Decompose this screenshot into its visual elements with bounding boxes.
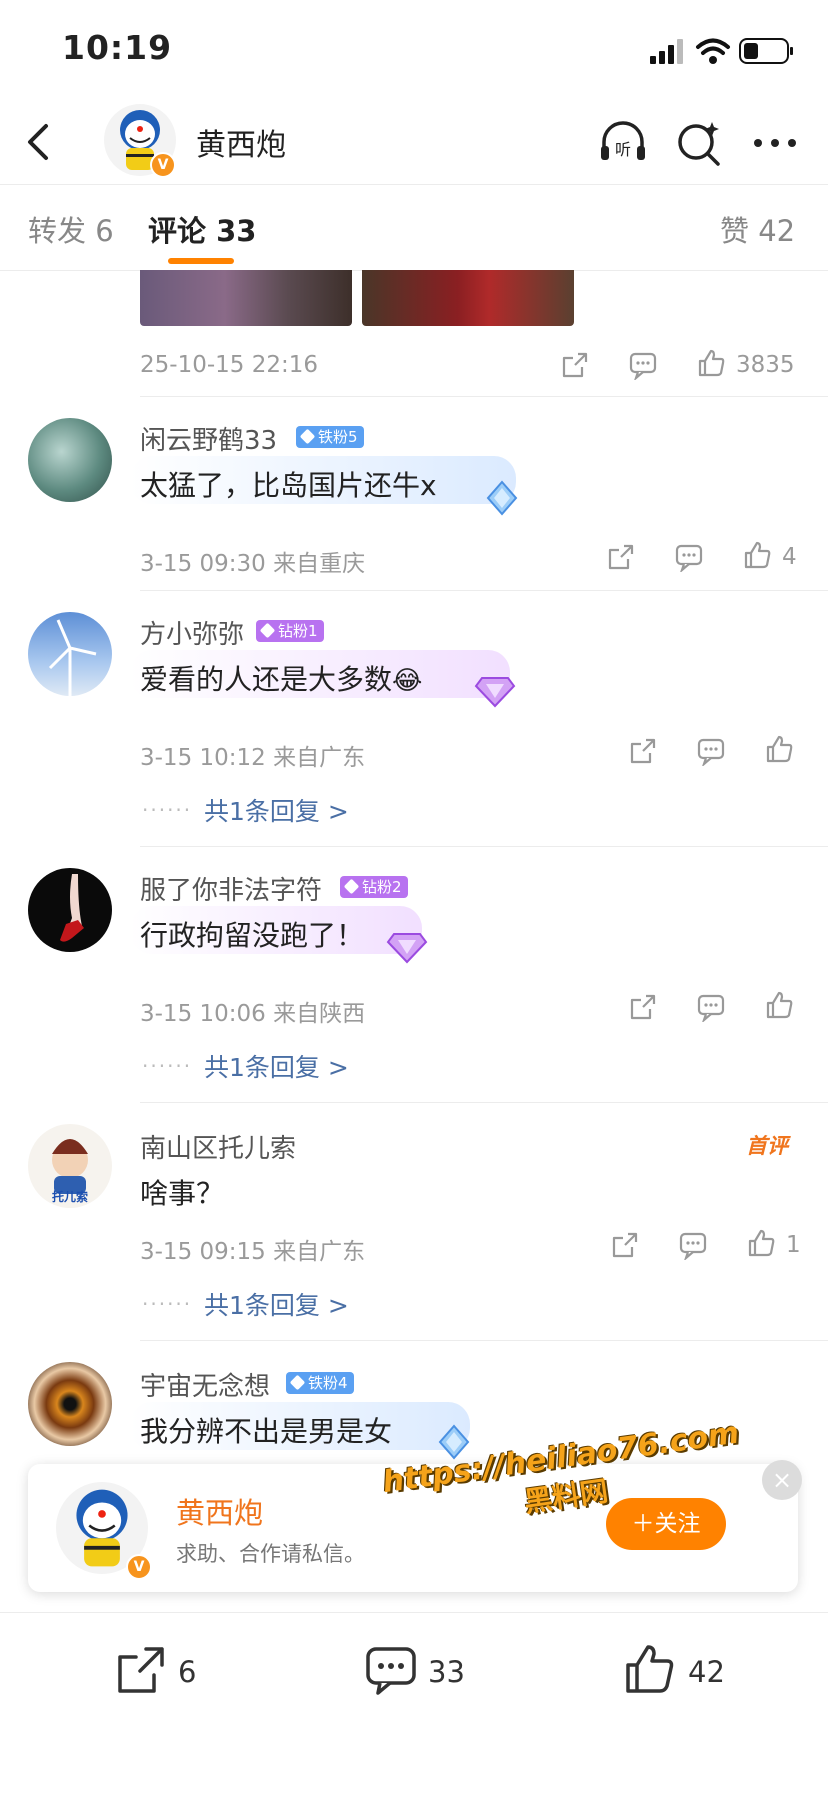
commenter-avatar[interactable]: [28, 418, 112, 502]
listen-icon[interactable]: 听: [596, 116, 650, 170]
divider: [140, 396, 828, 397]
like-icon[interactable]: [764, 734, 794, 764]
diamond-deco-icon: [474, 677, 516, 708]
post-date: 25-10-15 22:16: [140, 352, 318, 378]
comment-text: 爱看的人还是大多数😂: [140, 658, 422, 698]
tab-indicator: [168, 258, 234, 264]
search-icon[interactable]: [672, 116, 726, 170]
like-icon[interactable]: [746, 1228, 776, 1258]
tab-like[interactable]: 赞 42: [720, 208, 795, 250]
commenter-avatar[interactable]: [28, 868, 112, 952]
bottom-action-bar: 6 33 42: [0, 1612, 828, 1793]
signal-icon: [650, 39, 683, 64]
reply-dots: ······: [142, 1292, 193, 1316]
comment-icon[interactable]: [696, 992, 726, 1022]
laughing-crying-emoji-icon: 😂: [392, 666, 423, 696]
commenter-name[interactable]: 宇宙无念想: [140, 1366, 270, 1403]
commenter-name[interactable]: 闲云野鹤33: [140, 420, 277, 457]
like-icon[interactable]: [764, 990, 794, 1020]
battery-icon: [739, 38, 793, 64]
verified-badge: V: [150, 152, 176, 178]
comment-count[interactable]: 33: [428, 1655, 465, 1689]
like-count[interactable]: 42: [688, 1655, 725, 1689]
comment-meta: 3-15 09:30 来自重庆: [140, 551, 366, 577]
comment-icon[interactable]: [678, 1230, 708, 1260]
wind-turbine-icon: [48, 619, 97, 696]
verified-badge: V: [126, 1554, 152, 1580]
tabs-bar: 转发 6 评论 33 赞 42: [0, 184, 828, 271]
fan-badge-label: 铁粉4: [308, 1374, 348, 1392]
fan-badge-label: 钻粉1: [278, 622, 318, 640]
view-replies-link[interactable]: 共1条回复 >: [204, 1286, 349, 1322]
fan-badge-label: 铁粉5: [318, 428, 358, 446]
view-replies-link[interactable]: 共1条回复 >: [204, 1048, 349, 1084]
svg-text:听: 听: [615, 140, 631, 159]
fan-badge: 铁粉5: [296, 426, 364, 448]
close-icon[interactable]: ×: [762, 1460, 802, 1500]
status-time: 10:19: [62, 28, 173, 67]
comment-text: 行政拘留没跑了！: [140, 919, 365, 952]
comment-icon[interactable]: [364, 1643, 418, 1697]
post-image-1[interactable]: [140, 270, 352, 326]
reply-dots: ······: [142, 798, 193, 822]
like-icon[interactable]: [622, 1643, 676, 1697]
author-name[interactable]: 黄西炮: [196, 120, 286, 164]
share-icon[interactable]: [606, 542, 636, 572]
like-icon[interactable]: [696, 348, 726, 378]
status-icons: [650, 38, 793, 64]
commenter-name[interactable]: 南山区托儿索: [140, 1128, 296, 1165]
share-icon[interactable]: [560, 350, 590, 380]
view-replies-link[interactable]: 共1条回复 >: [204, 792, 349, 828]
card-username[interactable]: 黄西炮: [176, 1490, 263, 1532]
share-icon[interactable]: [628, 736, 658, 766]
repost-icon[interactable]: [114, 1643, 168, 1697]
commenter-avatar[interactable]: [28, 612, 112, 696]
comment-icon[interactable]: [674, 542, 704, 572]
divider: [140, 846, 828, 847]
comment-meta: 3-15 09:15 来自广东: [140, 1239, 366, 1265]
repost-count[interactable]: 6: [178, 1655, 196, 1689]
diamond-deco-icon: [486, 480, 518, 516]
back-arrow-icon[interactable]: [20, 120, 60, 164]
status-bar: 10:19: [0, 0, 828, 100]
avatar-caption: 托儿索: [51, 1190, 88, 1204]
comment-text: 啥事？: [140, 1177, 225, 1210]
comment-text: 我分辨不出是男是女: [140, 1415, 393, 1448]
post-image-2[interactable]: [362, 270, 574, 326]
commenter-name[interactable]: 方小弥弥: [140, 614, 244, 651]
more-icon[interactable]: [748, 116, 802, 170]
comment-meta: 3-15 10:12 来自广东: [140, 745, 366, 771]
comment-text-content: 爱看的人还是大多数: [140, 663, 393, 696]
top-nav: V 黄西炮 听: [0, 100, 828, 185]
like-count: 1: [786, 1232, 801, 1258]
comment-text: 太猛了，比岛国片还牛x: [140, 469, 437, 502]
share-icon[interactable]: [628, 992, 658, 1022]
reply-dots: ······: [142, 1054, 193, 1078]
like-icon[interactable]: [742, 540, 772, 570]
divider: [140, 1102, 828, 1103]
divider: [140, 1340, 828, 1341]
tab-comment[interactable]: 评论 33: [148, 208, 256, 250]
commenter-name[interactable]: 服了你非法字符: [140, 870, 322, 907]
fan-badge: 钻粉2: [340, 876, 408, 898]
fan-badge: 铁粉4: [286, 1372, 354, 1394]
fan-badge: 钻粉1: [256, 620, 324, 642]
comment-icon[interactable]: [696, 736, 726, 766]
commenter-avatar[interactable]: [28, 1362, 112, 1446]
comment-meta: 3-15 10:06 来自陕西: [140, 1001, 366, 1027]
fan-badge-label: 钻粉2: [362, 878, 402, 896]
post-like-count: 3835: [736, 352, 795, 378]
first-comment-badge: 首评: [746, 1134, 788, 1158]
share-icon[interactable]: [610, 1230, 640, 1260]
divider: [140, 590, 828, 591]
card-description: 求助、合作请私信。: [176, 1542, 365, 1566]
like-count: 4: [782, 544, 797, 570]
red-shoe-icon: [60, 874, 84, 942]
diamond-deco-icon: [386, 933, 428, 964]
comment-icon[interactable]: [628, 350, 658, 380]
tab-repost[interactable]: 转发 6: [28, 208, 114, 250]
wifi-icon: [696, 38, 730, 64]
